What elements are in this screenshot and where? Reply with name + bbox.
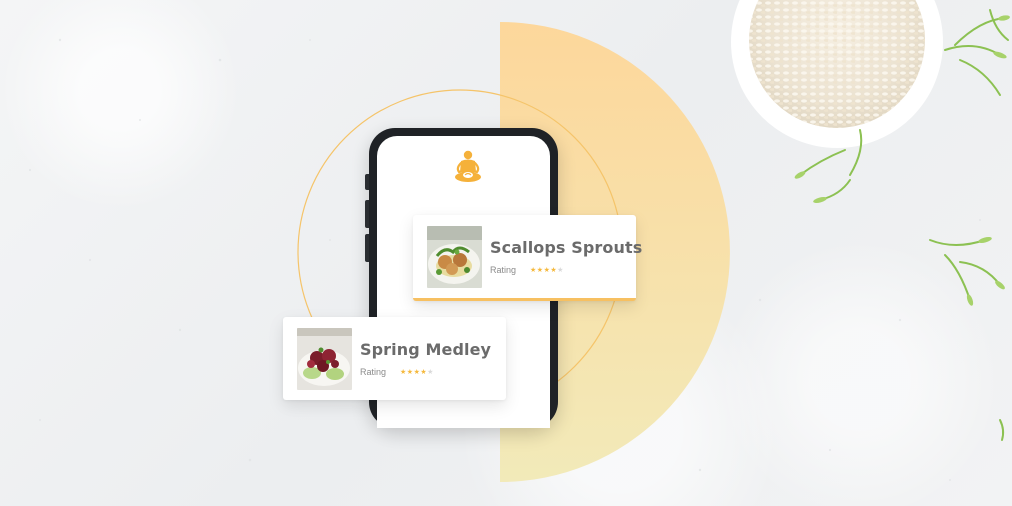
meditating-figure-icon (453, 150, 483, 186)
card-text: Spring Medley Rating ★★★★★ (360, 340, 491, 377)
star-icon: ★ (400, 369, 407, 376)
recipe-title: Spring Medley (360, 340, 492, 359)
rating-stars: ★★★★★ (400, 368, 434, 376)
phone-volume-down-button (365, 234, 369, 262)
star-icon: ★ (406, 369, 414, 376)
rating-stars: ★★★★★ (530, 266, 564, 274)
phone-side-button (365, 174, 369, 190)
rating-row: Rating ★★★★★ (490, 265, 642, 275)
rating-label: Rating (490, 265, 517, 275)
phone-volume-up-button (365, 200, 369, 228)
recipe-card-spring-medley[interactable]: Spring Medley Rating ★★★★★ (283, 317, 506, 400)
rice-bowl (731, 0, 943, 148)
scallops-dish-photo (427, 225, 482, 288)
rating-label: Rating (360, 367, 387, 377)
recipe-title: Scallops Sprouts (490, 238, 643, 257)
recipe-card-scallops-sprouts[interactable]: Scallops Sprouts Rating ★★★★★ (413, 215, 642, 301)
star-icon: ★ (536, 267, 544, 274)
rating-row: Rating ★★★★★ (360, 367, 491, 377)
star-empty-icon: ★ (427, 369, 434, 376)
star-empty-icon: ★ (557, 267, 564, 274)
hero-illustration: Scallops Sprouts Rating ★★★★★ Spring Med… (0, 0, 1012, 506)
salad-dish-photo (297, 327, 352, 390)
star-icon: ★ (530, 267, 537, 274)
card-text: Scallops Sprouts Rating ★★★★★ (490, 238, 642, 275)
